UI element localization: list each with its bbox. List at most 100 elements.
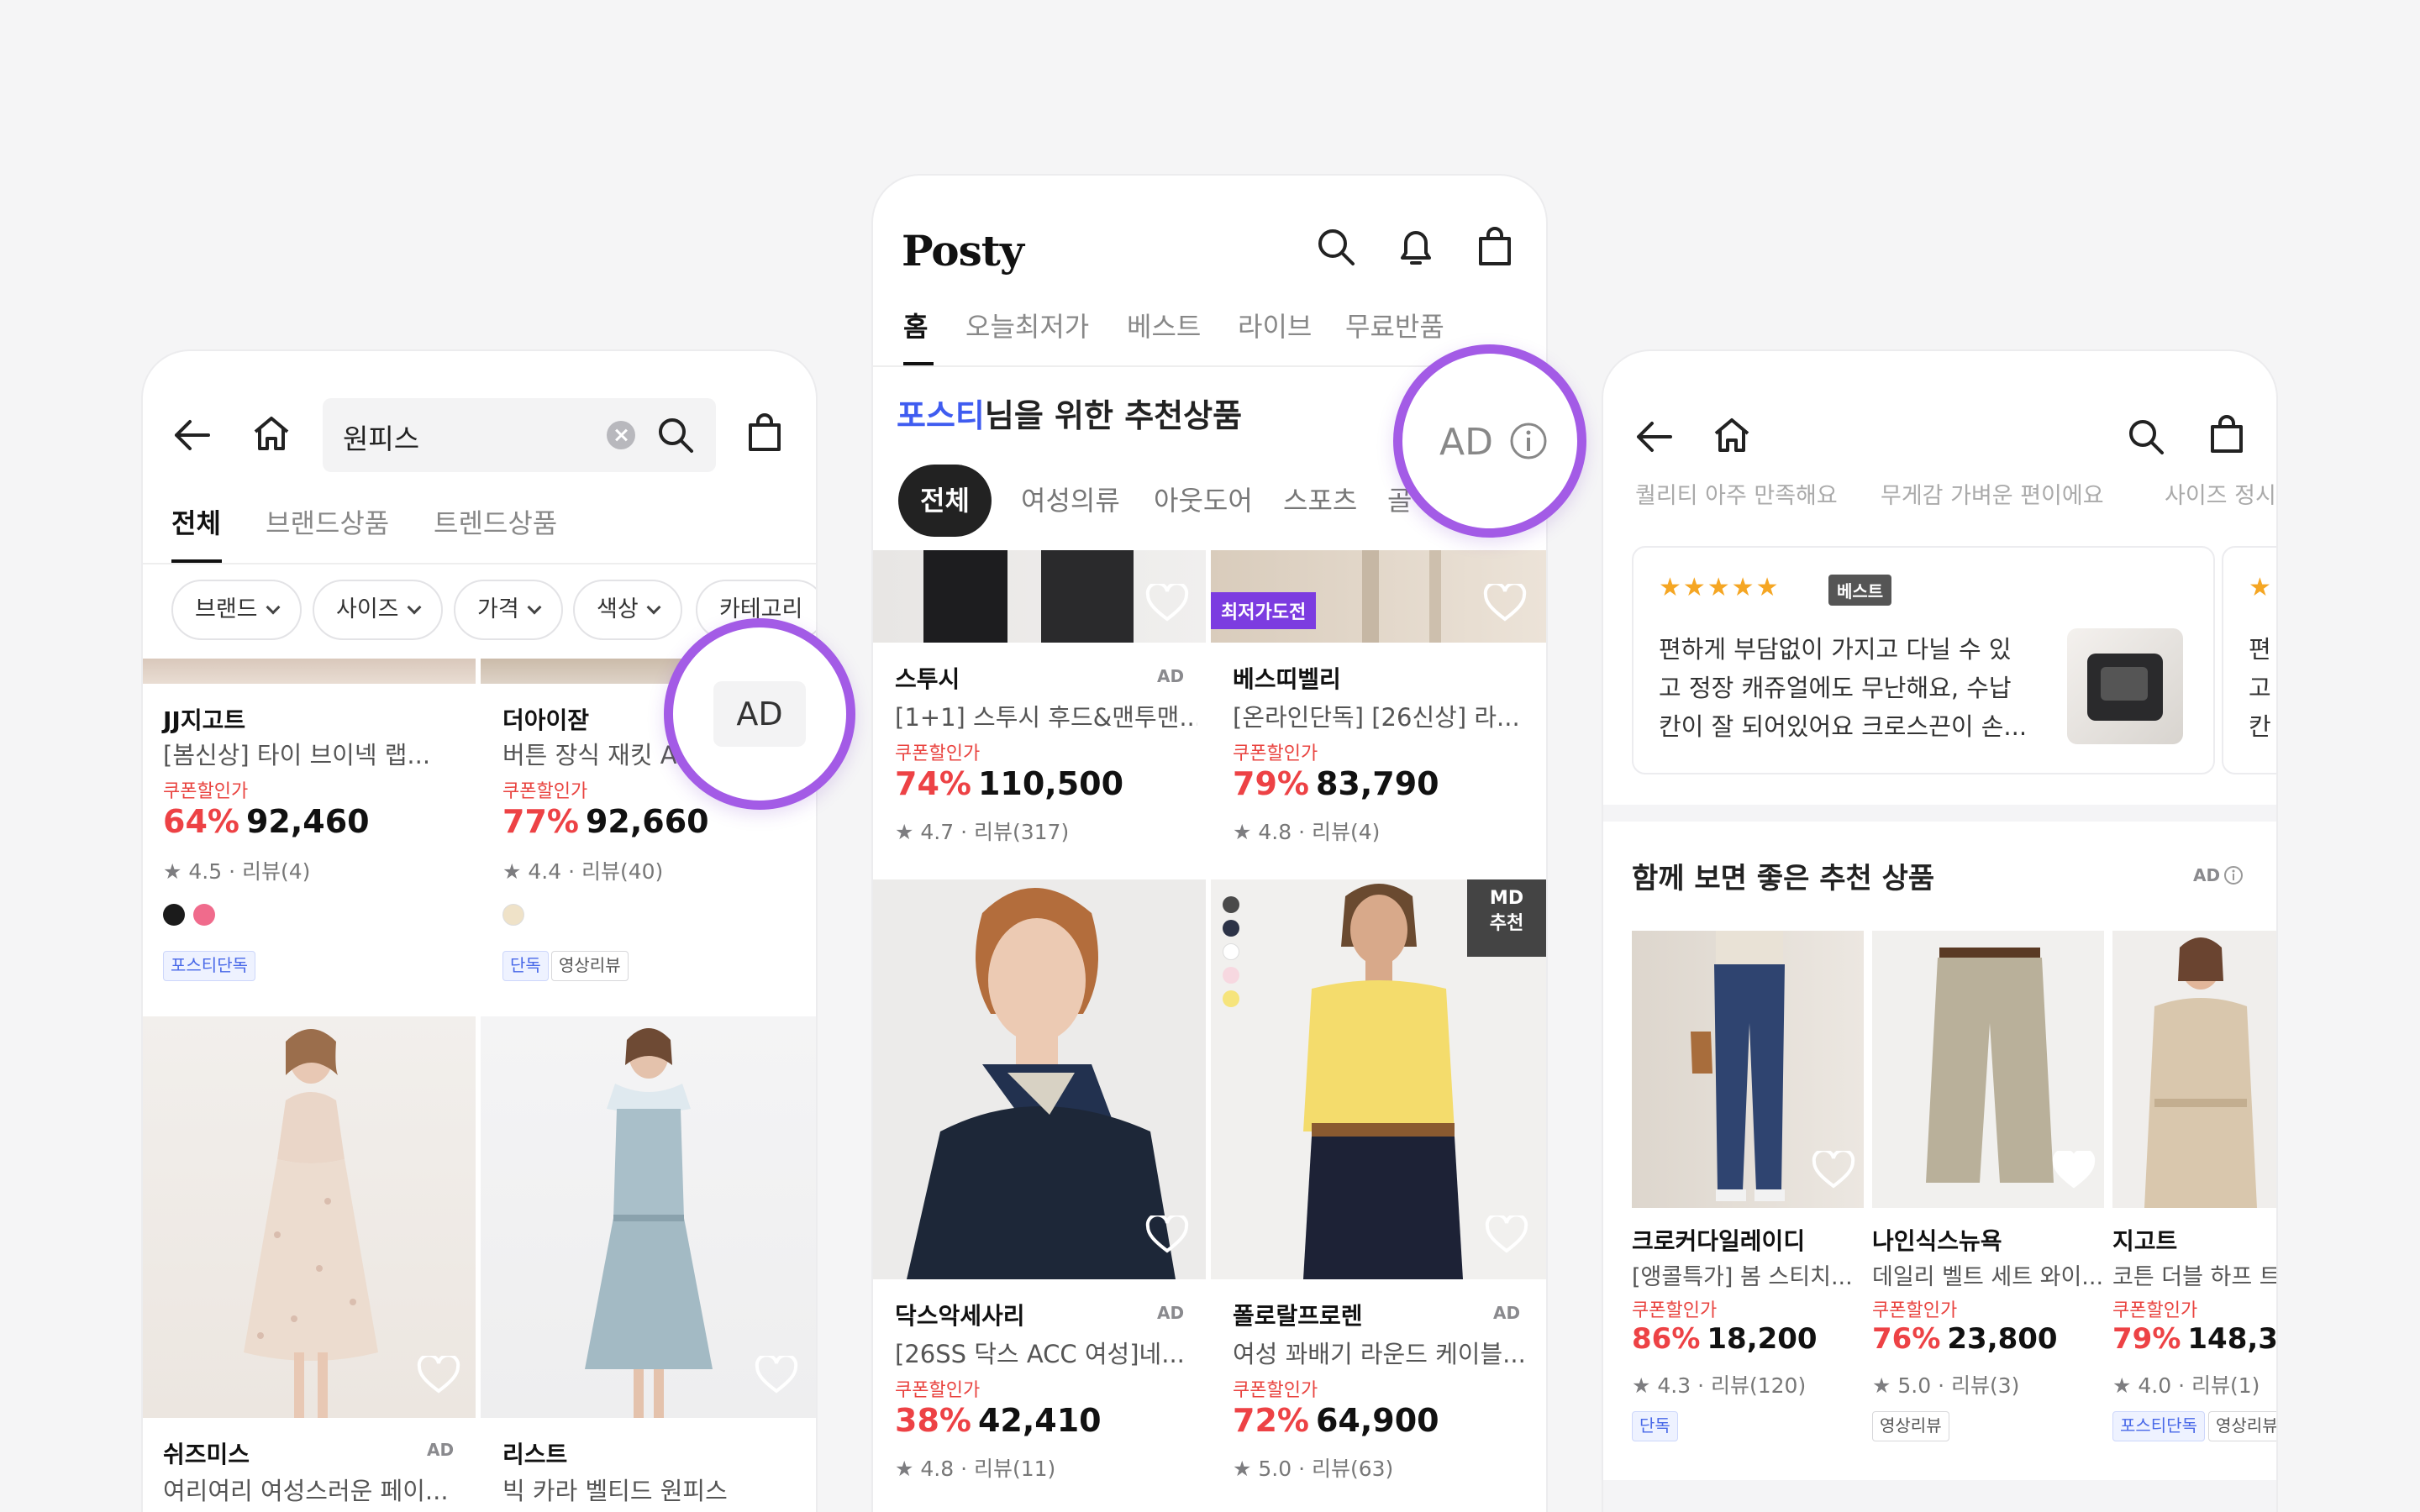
- price-row: 76% 23,800: [1872, 1322, 2058, 1356]
- product-desc: 여리여리 여성스러운 페이...: [163, 1477, 449, 1505]
- search-query: 원피스: [343, 423, 420, 455]
- tab-live[interactable]: 라이브: [1238, 306, 1312, 344]
- price-row: 38% 42,410: [895, 1402, 1102, 1439]
- product-image-scarf-model[interactable]: [873, 879, 1206, 1279]
- heart-icon[interactable]: [1145, 1215, 1189, 1254]
- heart-icon[interactable]: [755, 1356, 798, 1394]
- heart-icon[interactable]: [1483, 584, 1527, 622]
- posty-logo[interactable]: Posty: [902, 226, 1024, 276]
- badge-md-pick: MD 추천: [1467, 879, 1546, 957]
- review-card[interactable]: ★ 편 고 칸: [2222, 546, 2276, 774]
- product-image[interactable]: [873, 550, 1206, 643]
- rating: ★ 4.0 · 리뷰(1): [2112, 1373, 2260, 1398]
- coupon-label: 쿠폰할인가: [502, 781, 588, 802]
- info-icon[interactable]: [2223, 865, 2244, 885]
- star-icon: ★: [1233, 820, 1252, 844]
- tab-brand-products[interactable]: 브랜드상품: [266, 502, 389, 541]
- product-image-dress[interactable]: [481, 1016, 816, 1418]
- search-icon[interactable]: [1317, 228, 1355, 266]
- product-brand: 폴로랄프로렌: [1233, 1302, 1363, 1330]
- heart-icon[interactable]: [417, 1356, 460, 1394]
- home-icon[interactable]: [1712, 417, 1751, 454]
- section-divider: [1603, 805, 2276, 822]
- heart-icon[interactable]: [1145, 584, 1189, 622]
- category-all[interactable]: 전체: [898, 465, 992, 537]
- star-icon: ★: [2112, 1373, 2132, 1398]
- pants-figure: [1926, 948, 2054, 1183]
- model-figure: [1691, 931, 1785, 1201]
- tag-video-review: 영상리뷰: [551, 951, 629, 981]
- filter-size[interactable]: 사이즈: [313, 580, 443, 640]
- pants-shape: [923, 550, 1007, 643]
- tab-trend-products[interactable]: 트렌드상품: [434, 502, 557, 541]
- chevron-down-icon: [646, 600, 661, 615]
- review-keyword[interactable]: 무게감 가벼운 편이에요: [1881, 477, 2104, 510]
- shopping-bag-icon[interactable]: [1478, 226, 1512, 266]
- back-arrow-icon[interactable]: [173, 418, 210, 452]
- info-icon[interactable]: [1508, 421, 1549, 461]
- search-icon[interactable]: [2128, 418, 2165, 455]
- product-image-knit-model[interactable]: MD 추천: [1211, 879, 1546, 1279]
- shopping-bag-icon[interactable]: [2210, 415, 2244, 454]
- model-figure: [2144, 937, 2257, 1208]
- review-keyword[interactable]: 사이즈 정시: [2165, 477, 2276, 510]
- product-brand: 리스트: [502, 1441, 568, 1468]
- product-image-trench[interactable]: [2112, 931, 2276, 1208]
- dress-figure: [244, 1029, 378, 1418]
- tab-all[interactable]: 전체: [171, 502, 221, 541]
- heart-icon[interactable]: [1812, 1151, 1855, 1189]
- coupon-label: 쿠폰할인가: [1233, 743, 1318, 764]
- product-image-wide-pants[interactable]: [1872, 931, 2104, 1208]
- tab-best[interactable]: 베스트: [1127, 306, 1201, 344]
- rating-stars: ★★★★★: [1659, 573, 1781, 602]
- ad-label: AD: [2193, 865, 2221, 885]
- rating: ★ 5.0 · 리뷰(3): [1872, 1373, 2020, 1398]
- heart-icon[interactable]: [1485, 1215, 1528, 1254]
- color-swatch-black: [163, 904, 185, 926]
- filter-price[interactable]: 가격: [454, 580, 563, 640]
- price-row: 79% 83,790: [1233, 765, 1439, 802]
- badge-lowest-price-challenge: 최저가도전: [1211, 592, 1317, 629]
- search-results-screen: 원피스 전체 브랜드상품 트렌드상품 브랜드 사이즈 가격 색상 카테고리 JJ…: [143, 351, 816, 1512]
- chevron-down-icon: [266, 600, 281, 615]
- coupon-label: 쿠폰할인가: [2112, 1300, 2198, 1321]
- product-image-dress[interactable]: [143, 1016, 476, 1418]
- bell-icon[interactable]: [1397, 226, 1434, 268]
- shopping-bag-icon[interactable]: [748, 413, 781, 452]
- review-line: 칸: [2249, 712, 2271, 741]
- price-row: 86% 18,200: [1632, 1322, 1818, 1356]
- rating: ★ 4.5 · 리뷰(4): [163, 859, 311, 884]
- product-detail-screen: 퀄리티 아주 만족해요 무게감 가벼운 편이에요 사이즈 정시 ★★★★★ 베스…: [1603, 351, 2276, 1512]
- ad-highlight-circle: AD: [664, 618, 855, 810]
- review-line: 고: [2249, 674, 2271, 702]
- product-image[interactable]: [143, 659, 476, 684]
- review-card[interactable]: ★★★★★ 베스트 편하게 부담없이 가지고 다닐 수 있 고 정장 캐쥬얼에도…: [1632, 546, 2215, 774]
- rating: ★ 4.4 · 리뷰(40): [502, 859, 664, 884]
- tab-free-return[interactable]: 무료반품: [1345, 306, 1444, 344]
- search-input[interactable]: 원피스: [323, 398, 716, 472]
- review-line: 고 정장 캐쥬얼에도 무난해요, 수납: [1659, 674, 2012, 702]
- review-photo: [2067, 628, 2183, 744]
- search-icon[interactable]: [657, 417, 694, 454]
- star-icon: ★: [163, 859, 182, 884]
- review-keyword[interactable]: 퀄리티 아주 만족해요: [1635, 477, 1838, 510]
- home-icon[interactable]: [252, 415, 291, 452]
- product-image[interactable]: 최저가도전: [1211, 550, 1546, 643]
- tag-exclusive: 단독: [502, 951, 549, 981]
- tab-today-lowest[interactable]: 오늘최저가: [965, 306, 1089, 344]
- product-image-jeans[interactable]: [1632, 931, 1864, 1208]
- product-brand: 닥스악세사리: [895, 1302, 1025, 1330]
- category-women[interactable]: 여성의류: [1021, 465, 1120, 537]
- tab-home[interactable]: 홈: [903, 306, 928, 344]
- clear-icon[interactable]: [607, 421, 635, 449]
- star-icon: ★: [1632, 1373, 1651, 1398]
- category-sports[interactable]: 스포츠: [1283, 465, 1357, 537]
- coupon-label: 쿠폰할인가: [163, 781, 249, 802]
- back-arrow-icon[interactable]: [1635, 420, 1672, 454]
- category-outdoor[interactable]: 아웃도어: [1154, 465, 1253, 537]
- tag-exclusive: 단독: [1632, 1411, 1678, 1441]
- product-desc: [1+1] 스투시 후드&맨투맨...: [895, 703, 1197, 732]
- heart-icon[interactable]: [2052, 1151, 2096, 1189]
- filter-color[interactable]: 색상: [573, 580, 682, 640]
- filter-brand[interactable]: 브랜드: [171, 580, 302, 640]
